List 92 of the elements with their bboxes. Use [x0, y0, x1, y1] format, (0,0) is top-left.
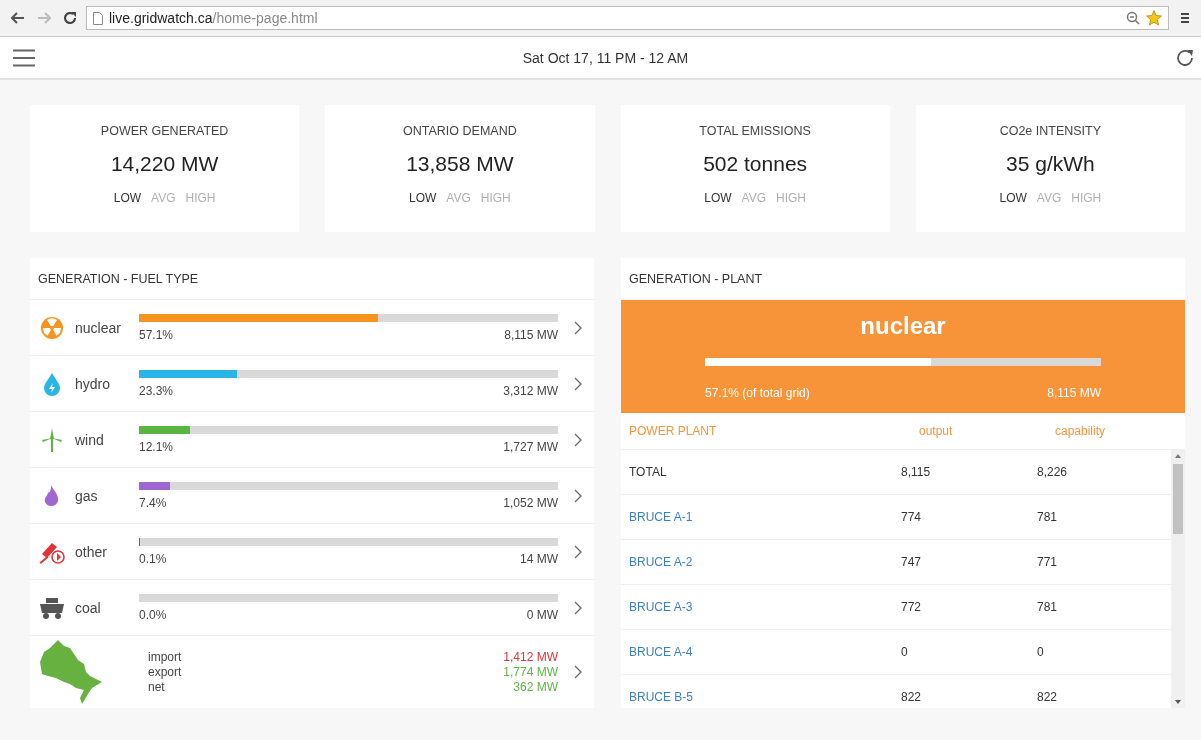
- table-cell-text: 774: [901, 510, 923, 524]
- stat-label: ONTARIO DEMAND: [403, 124, 517, 138]
- stat-value: 35 g/kWh: [1006, 152, 1095, 176]
- trade-label: net: [148, 680, 166, 694]
- fuel-row[interactable]: wind 12.1% 1,727 MW: [30, 412, 594, 468]
- table-cell-text: 0: [901, 645, 909, 659]
- trade-row[interactable]: import 1,412 MW export 1,774 MW net 362 MW: [30, 636, 594, 708]
- level-indicator: LOW: [408, 191, 437, 205]
- fuel-percent: 7.4%: [139, 495, 167, 510]
- fuel-percent: 0.1%: [139, 551, 167, 566]
- fuel-row[interactable]: coal 0.0% 0 MW: [30, 580, 594, 636]
- fuel-output: 1,727 MW: [503, 439, 558, 454]
- table-cell-text: 781: [1037, 510, 1059, 524]
- level-indicator: HIGH: [480, 191, 511, 205]
- table-cell-text: 8,226: [1037, 465, 1069, 479]
- total-label: TOTAL: [629, 465, 668, 479]
- refresh-button[interactable]: [1175, 47, 1195, 68]
- ontario-map-icon: [40, 640, 102, 704]
- fuel-name: nuclear: [74, 319, 122, 336]
- column-header: output: [918, 424, 954, 438]
- level-indicator: AVG: [741, 191, 766, 205]
- plant-link[interactable]: BRUCE A-4: [629, 645, 901, 659]
- fuel-output: 1,052 MW: [503, 495, 558, 510]
- table-cell-text: 772: [901, 600, 923, 614]
- fuel-output: 14 MW: [520, 551, 558, 566]
- zoom-out-icon: [1126, 11, 1140, 25]
- table-cell-text: 822: [1037, 690, 1059, 704]
- column-header: capability: [1054, 424, 1107, 438]
- level-indicator: LOW: [704, 191, 732, 205]
- level-indicator: AVG: [151, 191, 176, 205]
- fuel-row[interactable]: gas 7.4% 1,052 MW: [30, 468, 594, 524]
- fuel-output: 8,115 MW: [504, 327, 558, 342]
- fuel-row[interactable]: nuclear 57.1% 8,115 MW: [30, 300, 594, 356]
- panel-title: GENERATION - FUEL TYPE: [30, 258, 594, 300]
- water-drop-icon: [43, 371, 61, 396]
- scrollbar-thumb[interactable]: [1173, 464, 1183, 534]
- fuel-row[interactable]: other 0.1% 14 MW: [30, 524, 594, 580]
- fuel-output: 0 MW: [526, 607, 558, 622]
- plant-link[interactable]: BRUCE A-3: [629, 600, 901, 614]
- share-text: 57.1% (of total grid): [705, 386, 810, 400]
- table-cell-text: 822: [901, 690, 923, 704]
- level-indicator: HIGH: [776, 191, 806, 205]
- fuel-name: other: [74, 543, 108, 560]
- stat-value: 502 tonnes: [703, 152, 808, 176]
- radiation-icon: [40, 315, 64, 340]
- scrollbar[interactable]: [1171, 450, 1185, 708]
- level-indicator: HIGH: [185, 191, 216, 205]
- menu-icon[interactable]: [1181, 12, 1189, 24]
- table-cell-text: 8,115: [901, 465, 932, 479]
- fuel-output: 3,312 MW: [503, 383, 558, 398]
- fuel-name: hydro: [74, 375, 112, 392]
- plant-link[interactable]: BRUCE B-5: [629, 690, 901, 704]
- level-indicator: AVG: [446, 191, 471, 205]
- stat-value: 13,858 MW: [406, 152, 514, 176]
- plant-link[interactable]: BRUCE A-1: [629, 510, 901, 524]
- fuel-percent: 0.0%: [139, 607, 167, 622]
- trade-value: 1,412 MW: [503, 650, 558, 664]
- trade-value: 1,774 MW: [503, 665, 558, 679]
- fuel-percent: 12.1%: [139, 439, 174, 454]
- stat-label: POWER GENERATED: [100, 124, 229, 138]
- level-indicator: AVG: [1036, 191, 1062, 205]
- table-cell-text: 771: [1037, 555, 1059, 569]
- trade-label: import: [148, 650, 183, 664]
- address-field[interactable]: live.gridwatch.ca/home-page.html: [86, 6, 1169, 30]
- table-cell-text: 747: [901, 555, 923, 569]
- fuel-name: coal: [74, 599, 102, 616]
- column-header: POWER PLANT: [629, 424, 718, 438]
- page-icon: [93, 11, 103, 25]
- flame-icon: [43, 483, 61, 508]
- stat-label: TOTAL EMISSIONS: [699, 124, 811, 138]
- trade-value: 362 MW: [512, 680, 558, 694]
- fuel-row[interactable]: hydro 23.3% 3,312 MW: [30, 356, 594, 412]
- table-cell-text: 0: [1037, 645, 1045, 659]
- level-indicator: LOW: [113, 191, 142, 205]
- table-cell-text: 781: [1037, 600, 1059, 614]
- trade-label: export: [148, 665, 183, 679]
- fuel-name: wind: [74, 431, 105, 448]
- banner-title: nuclear: [860, 312, 946, 340]
- scroll-down-icon[interactable]: [1175, 700, 1181, 704]
- fuel-name: gas: [74, 487, 99, 504]
- scroll-up-icon[interactable]: [1175, 454, 1181, 458]
- output-text: 8,115 MW: [1047, 386, 1101, 400]
- plant-link[interactable]: BRUCE A-2: [629, 555, 901, 569]
- fuel-percent: 57.1%: [139, 327, 174, 342]
- url-text: live.gridwatch.ca/home-page.html: [109, 10, 319, 26]
- level-indicator: HIGH: [1071, 191, 1102, 205]
- stat-value: 14,220 MW: [110, 152, 219, 176]
- time-range-title: Sat Oct 17, 11 PM - 12 AM: [521, 49, 690, 66]
- fuel-percent: 23.3%: [139, 383, 174, 398]
- level-indicator: LOW: [999, 191, 1027, 205]
- stat-label: CO2e INTENSITY: [999, 124, 1102, 138]
- menu-button[interactable]: [12, 47, 36, 68]
